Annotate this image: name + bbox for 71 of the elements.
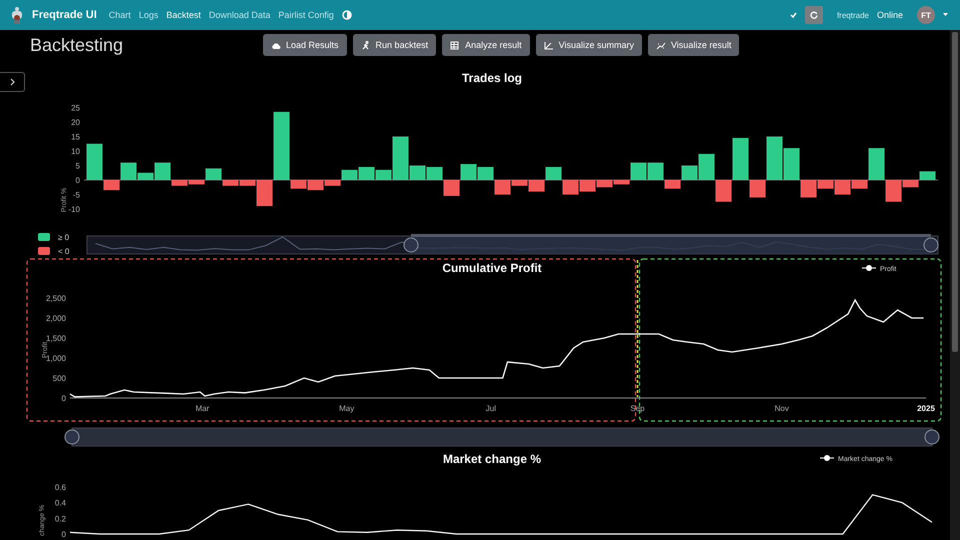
page-title: Backtesting <box>29 34 124 56</box>
profit-bar[interactable] <box>426 166 442 180</box>
y-tick-label: 1,000 <box>46 354 66 363</box>
refresh-icon <box>810 11 818 19</box>
y-tick-label: 500 <box>52 374 66 383</box>
y-tick-label: 20 <box>71 118 80 127</box>
legend-swatch[interactable] <box>38 233 50 241</box>
action-button[interactable]: Visualize summary <box>536 34 642 56</box>
y-tick-label: 0 <box>76 176 80 185</box>
y-tick-label: 1,500 <box>46 334 66 343</box>
action-button[interactable]: Visualize result <box>648 34 740 56</box>
y-tick-label: -10 <box>68 205 80 214</box>
legend-swatch[interactable] <box>38 247 50 255</box>
y-tick-label: 10 <box>71 147 80 156</box>
check-icon <box>790 12 797 18</box>
table-icon <box>450 40 460 50</box>
profit-bar[interactable] <box>528 180 544 192</box>
action-button[interactable]: Load Results <box>263 34 347 56</box>
profit-bar[interactable] <box>342 170 358 180</box>
y-tick-label: 0 <box>62 394 66 403</box>
profit-bar[interactable] <box>376 170 392 180</box>
y-tick-label: 0.2 <box>54 514 66 524</box>
sidebar-toggle-button[interactable] <box>0 72 25 92</box>
y-tick-label: 15 <box>71 132 80 142</box>
legend-line-icon[interactable] <box>862 265 876 271</box>
refresh-button[interactable] <box>804 6 823 24</box>
nav-link[interactable]: Backtest <box>166 10 201 20</box>
y-tick-label: 25 <box>71 104 80 112</box>
profit-bar[interactable] <box>358 166 374 180</box>
profit-bar[interactable] <box>478 166 494 180</box>
legend-label[interactable]: ≥ 0 <box>58 233 70 242</box>
chevron-right-icon <box>10 78 14 86</box>
x-tick-label: Mar <box>196 404 210 413</box>
user-avatar[interactable]: FT <box>917 6 935 24</box>
y-tick-label: 0.6 <box>54 483 66 492</box>
y-tick-label: 0 <box>62 530 66 539</box>
x-tick-label: May <box>339 404 354 413</box>
action-button[interactable]: Analyze result <box>442 34 530 56</box>
theme-toggle-icon[interactable] <box>342 10 352 20</box>
profit-bar[interactable] <box>920 171 936 180</box>
robot-logo-icon[interactable] <box>10 6 24 24</box>
profit-bar[interactable] <box>546 166 562 180</box>
profit-bar[interactable] <box>580 180 596 192</box>
y-tick-label: 2,500 <box>46 294 66 303</box>
y-tick-label: -5 <box>72 190 80 200</box>
brand-name[interactable]: Freqtrade UI <box>32 9 97 21</box>
caret-icon[interactable] <box>943 13 948 17</box>
x-tick-label: Jul <box>486 404 496 413</box>
action-button[interactable]: Run backtest <box>352 34 436 56</box>
y-tick-label: 5 <box>76 162 80 170</box>
chart-title: Trades log <box>462 71 522 85</box>
profit-bar[interactable] <box>104 180 120 190</box>
x-tick-label: Nov <box>774 404 789 413</box>
legend-line-icon[interactable] <box>820 455 834 461</box>
cloud-icon <box>271 40 281 50</box>
legend-label[interactable]: < 0 <box>58 247 70 256</box>
chart-title: Market change % <box>442 452 542 466</box>
chart-trend-icon <box>656 40 666 50</box>
profit-bar[interactable] <box>308 180 324 190</box>
y-tick-label: 2,000 <box>46 314 66 323</box>
scrollbar[interactable] <box>950 30 960 540</box>
x-tick-label: 2025 <box>917 404 935 413</box>
chart-title: Cumulative Profit <box>442 261 542 275</box>
data-zoom-slider[interactable] <box>64 428 940 446</box>
profit-bar[interactable] <box>206 168 222 180</box>
bot-name: freqtrade <box>836 10 869 20</box>
line-chart-icon <box>544 40 554 50</box>
y-tick-label: 0.4 <box>54 498 66 508</box>
data-zoom-slider[interactable] <box>86 234 938 254</box>
status-label: Online <box>876 10 903 20</box>
running-person-icon <box>360 40 371 50</box>
